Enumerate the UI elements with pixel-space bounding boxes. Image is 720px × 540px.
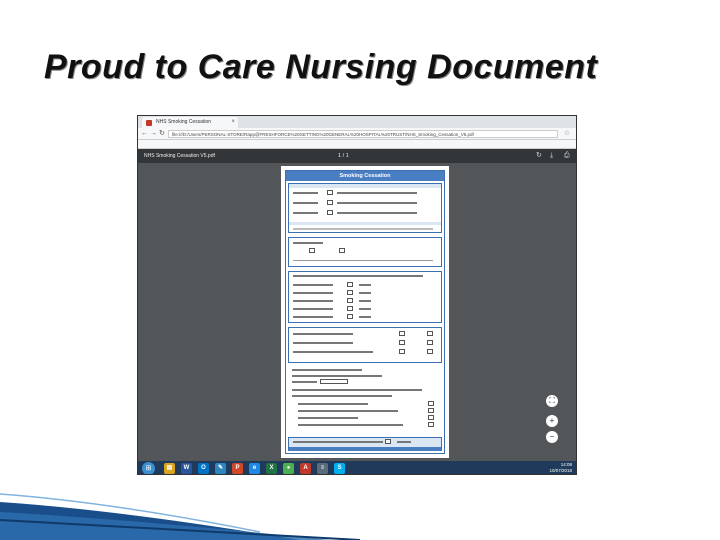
slide-title: Proud to Care Nursing Document <box>44 48 598 86</box>
calc-icon[interactable]: ≡ <box>317 463 328 474</box>
reload-icon[interactable]: ↻ <box>159 129 165 139</box>
pdf-toolbar: NHS Smoking Cessation V5.pdf 1 / 1 ↻ ⤓ ⎙ <box>138 149 576 163</box>
print-icon[interactable]: ⎙ <box>564 149 570 163</box>
chrome-icon[interactable]: ● <box>283 463 294 474</box>
excel-icon[interactable]: X <box>266 463 277 474</box>
explorer-icon[interactable]: ▤ <box>164 463 175 474</box>
form-section-footer <box>288 437 442 451</box>
close-icon[interactable]: × <box>231 117 235 128</box>
bookmarks-bar: AppsManaged BookmarksDIGloginKTGMember |… <box>138 140 576 149</box>
form-section-quit-attempts <box>288 327 442 363</box>
pdf-page-counter: 1 / 1 <box>338 153 349 159</box>
bookmark-star-icon[interactable]: ☆ <box>564 129 570 139</box>
word-icon[interactable]: W <box>181 463 192 474</box>
form-header: Smoking Cessation <box>286 171 444 181</box>
start-button[interactable]: ⊞ <box>142 462 155 474</box>
system-clock: 14:08 10/07/2018 <box>549 462 572 474</box>
powerpoint-icon[interactable]: P <box>232 463 243 474</box>
pdf-file-title: NHS Smoking Cessation V5.pdf <box>144 153 215 159</box>
forward-icon[interactable]: → <box>150 129 157 139</box>
form-frame: Smoking Cessation <box>285 170 445 454</box>
form-section-consumption <box>288 271 442 323</box>
url-field[interactable]: file:///D:/Users/PERSONAL-STORE/Rapp@FRE… <box>168 130 558 138</box>
clock-date: 10/07/2018 <box>549 468 572 473</box>
zoom-out-icon[interactable]: − <box>546 431 558 443</box>
download-icon[interactable]: ⤓ <box>550 149 553 163</box>
form-section-advice <box>288 367 442 433</box>
pdf-viewer: Smoking Cessation ⛶ + − <box>138 163 576 461</box>
browser-tab-bar: NHS Smoking Cessation × <box>138 116 576 128</box>
skype-icon[interactable]: S <box>334 463 345 474</box>
pdf-icon <box>146 120 152 126</box>
outlook-icon[interactable]: O <box>198 463 209 474</box>
back-icon[interactable]: ← <box>141 129 148 139</box>
windows-taskbar: ⊞ 14:08 10/07/2018 ▤ W O ✎ Pe X ● A ≡ S <box>138 461 576 474</box>
tab-title: NHS Smoking Cessation <box>156 119 212 125</box>
fit-page-icon[interactable]: ⛶ <box>546 395 558 407</box>
form-section-smoke-daily <box>288 237 442 267</box>
acrobat-icon[interactable]: A <box>300 463 311 474</box>
zoom-in-icon[interactable]: + <box>546 415 558 427</box>
pdf-page: Smoking Cessation <box>281 166 449 458</box>
ie-icon[interactable]: e <box>249 463 260 474</box>
rotate-icon[interactable]: ↻ <box>536 149 542 163</box>
paint-icon[interactable]: ✎ <box>215 463 226 474</box>
form-section-status <box>288 183 442 233</box>
embedded-screenshot: NHS Smoking Cessation × ← → ↻ file:///D:… <box>137 115 577 475</box>
address-bar: ← → ↻ file:///D:/Users/PERSONAL-STORE/Ra… <box>138 128 576 140</box>
browser-tab[interactable]: NHS Smoking Cessation × <box>142 117 238 128</box>
